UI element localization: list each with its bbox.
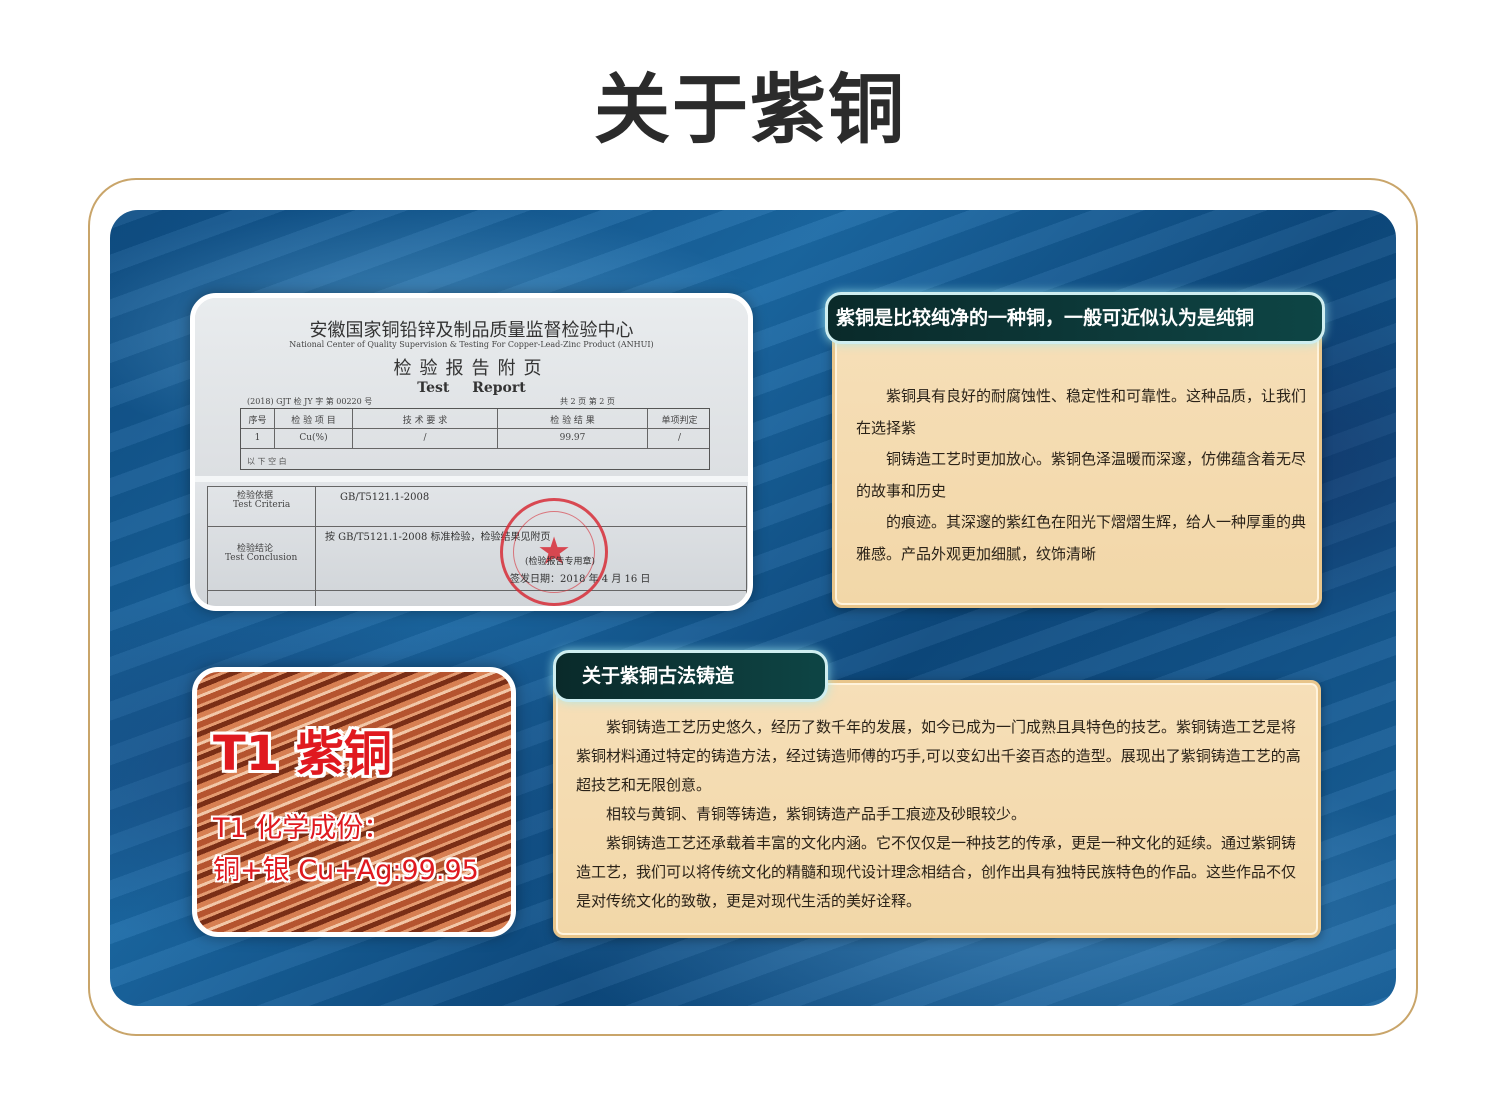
table-header-cell: 检 验 结 果 xyxy=(498,409,648,428)
casting-card-tab: 关于紫铜古法铸造 xyxy=(553,650,828,702)
wire-photo-title: T1 紫铜 xyxy=(213,726,392,782)
seal-caption: (检验报告专用章) xyxy=(525,557,596,567)
table-divider xyxy=(207,526,747,527)
table-header-cell: 序号 xyxy=(241,409,275,428)
certificate-report-title-en: Test Report xyxy=(417,380,526,396)
certificate-blank-row: 以 下 空 白 xyxy=(247,457,287,466)
table-divider xyxy=(315,486,316,606)
paragraph: 铜铸造工艺时更加放心。紫铜色泽温暖而深邃，仿佛蕴含着无尽的故事和历史 xyxy=(856,450,1307,500)
purity-card-tab: 紫铜是比较纯净的一种铜，一般可近似认为是纯铜 xyxy=(825,292,1325,344)
table-cell: / xyxy=(677,433,682,443)
table-row: 1 Cu(%) / 99.97 / xyxy=(241,429,709,449)
table-divider xyxy=(207,590,747,591)
paragraph: 紫铜铸造工艺历史悠久，经历了数千年的发展，如今已成为一门成熟且具特色的技艺。紫铜… xyxy=(576,718,1301,794)
paragraph: 相较与黄铜、青铜等铸造，紫铜铸造产品手工痕迹及砂眼较少。 xyxy=(606,805,1027,823)
criteria-label-en: Test Criteria xyxy=(233,500,291,510)
certificate-report-number: (2018) GJT 检 JY 字 第 00220 号 xyxy=(247,397,373,406)
paragraph: 紫铜具有良好的耐腐蚀性、稳定性和可靠性。这种品质，让我们在选择紫 xyxy=(856,387,1307,437)
table-header-cell: 技 术 要 求 xyxy=(353,409,498,428)
table-header-cell: 检 验 项 目 xyxy=(275,409,353,428)
table-cell: 1 xyxy=(241,429,275,448)
purity-card-text: 紫铜具有良好的耐腐蚀性、稳定性和可靠性。这种品质，让我们在选择紫 铜铸造工艺时更… xyxy=(856,381,1308,570)
official-seal-stamp: ★ xyxy=(500,498,608,606)
certificate-page-info: 共 2 页 第 2 页 xyxy=(560,397,615,406)
table-header-row: 序号 检 验 项 目 技 术 要 求 检 验 结 果 单项判定 xyxy=(241,409,709,429)
conclusion-label-en: Test Conclusion xyxy=(225,553,298,563)
table-cell: / xyxy=(353,429,498,448)
paragraph: 的痕迹。其深邃的紫红色在阳光下熠熠生辉，给人一种厚重的典雅感。产品外观更加细腻，… xyxy=(856,513,1307,563)
table-header-cell: 单项判定 xyxy=(661,416,698,426)
table-cell: Cu(%) xyxy=(275,429,353,448)
paragraph: 紫铜铸造工艺还承载着丰富的文化内涵。它不仅仅是一种技艺的传承，更是一种文化的延续… xyxy=(576,834,1297,910)
issue-date: 签发日期：2018 年 4 月 16 日 xyxy=(510,574,651,585)
certificate-results-table: 序号 检 验 项 目 技 术 要 求 检 验 结 果 单项判定 1 Cu(%) … xyxy=(240,408,710,470)
table-cell: 99.97 xyxy=(498,429,648,448)
page-title: 关于紫铜 xyxy=(594,65,906,154)
certificate-org-name-en: National Center of Quality Supervision &… xyxy=(289,340,654,349)
wire-photo-composition-label: T1 化学成份： xyxy=(213,813,391,844)
test-certificate-photo: 安徽国家铜铅锌及制品质量监督检验中心 National Center of Qu… xyxy=(190,293,753,611)
certificate-report-title: 检验报告附页 xyxy=(393,358,550,379)
certificate-org-name: 安徽国家铜铅锌及制品质量监督检验中心 xyxy=(309,320,634,341)
criteria-value: GB/T5121.1-2008 xyxy=(340,492,430,503)
casting-card-text: 紫铜铸造工艺历史悠久，经历了数千年的发展，如今已成为一门成熟且具特色的技艺。紫铜… xyxy=(576,713,1302,916)
copper-wire-photo: T1 紫铜 T1 化学成份： 铜+银 Cu+Ag:99.95 xyxy=(192,667,516,937)
wire-photo-composition-value: 铜+银 Cu+Ag:99.95 xyxy=(213,855,479,886)
